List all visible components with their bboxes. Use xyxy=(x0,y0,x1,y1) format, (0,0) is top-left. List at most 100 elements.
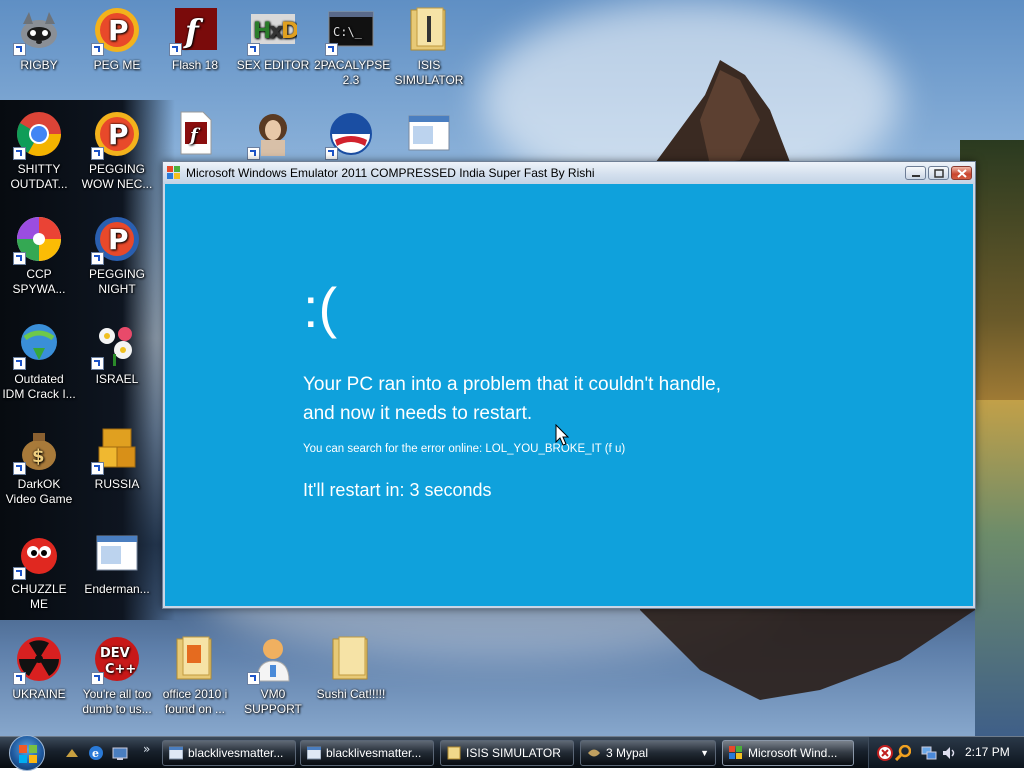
svg-text:DEV: DEV xyxy=(100,646,130,661)
peggle-night-icon: P xyxy=(91,215,141,265)
taskbar-item-mypal-group[interactable]: 3 Mypal ▼ xyxy=(580,740,716,766)
icon-label: CCP SPYWA... xyxy=(12,267,66,296)
desktop-icon-sushi-cat[interactable]: Sushi Cat!!!!! xyxy=(312,633,390,702)
shortcut-arrow-icon xyxy=(91,43,104,56)
shortcut-arrow-icon xyxy=(13,43,26,56)
shortcut-arrow-icon xyxy=(247,147,260,160)
desktop-icon-isis-simulator[interactable]: ISIS SIMULATOR xyxy=(390,4,468,88)
quicklaunch-app-icon[interactable] xyxy=(64,745,80,761)
folder-icon xyxy=(447,746,461,760)
desktop-icon-israel[interactable]: ISRAEL xyxy=(78,318,156,387)
icon-label: ISIS SIMULATOR xyxy=(394,58,464,87)
shortcut-arrow-icon xyxy=(13,672,26,685)
ie-icon[interactable]: e xyxy=(88,745,104,761)
desktop-icon-flash-18[interactable]: f Flash 18 xyxy=(156,4,234,73)
error-line-2: and now it needs to restart. xyxy=(303,403,533,424)
window-icon xyxy=(405,110,453,158)
icon-label: ISRAEL xyxy=(95,372,139,386)
error-line-1: Your PC ran into a problem that it could… xyxy=(303,374,722,395)
desktop-icon-peg-me[interactable]: P PEG ME xyxy=(78,4,156,73)
emulator-window[interactable]: Microsoft Windows Emulator 2011 COMPRESS… xyxy=(162,161,976,609)
radiation-icon xyxy=(13,635,63,685)
shortcut-arrow-icon xyxy=(91,672,104,685)
window-title: Microsoft Windows Emulator 2011 COMPRESS… xyxy=(186,166,595,180)
mouse-cursor-icon xyxy=(555,424,570,446)
shortcut-arrow-icon xyxy=(13,357,26,370)
network-icon[interactable] xyxy=(921,745,937,761)
taskbar-item-blacklivesmatter-1[interactable]: blacklivesmatter... xyxy=(162,740,296,766)
mypal-icon xyxy=(588,749,600,757)
shortcut-arrow-icon xyxy=(91,147,104,160)
show-desktop-icon[interactable] xyxy=(112,745,128,761)
icon-label: office 2010 i found on ... xyxy=(162,687,228,716)
close-button[interactable] xyxy=(951,166,972,180)
maximize-button[interactable] xyxy=(928,166,949,180)
flower-icon xyxy=(91,320,141,370)
window-titlebar[interactable]: Microsoft Windows Emulator 2011 COMPRESS… xyxy=(163,162,975,184)
idm-icon xyxy=(13,320,63,370)
shortcut-arrow-icon xyxy=(247,43,260,56)
desktop-icon-darkok[interactable]: $ DarkOK Video Game xyxy=(0,423,78,507)
clock[interactable]: 2:17 PM xyxy=(965,745,1010,759)
icon-label: 2PACALYPSE 2.3 xyxy=(314,58,391,87)
icon-label: DarkOK Video Game xyxy=(5,477,73,506)
desktop-icon-flash-file[interactable]: f xyxy=(156,108,234,162)
folder-icon xyxy=(327,635,375,683)
desktop-icon-rigby[interactable]: RIGBY xyxy=(0,4,78,73)
pinwheel-icon xyxy=(13,215,63,265)
icon-label: Enderman... xyxy=(84,582,150,596)
bsod-screen: :( Your PC ran into a problem that it co… xyxy=(165,184,973,606)
taskbar-item-isis-simulator[interactable]: ISIS SIMULATOR xyxy=(440,740,574,766)
shortcut-arrow-icon xyxy=(325,43,338,56)
error-message: Your PC ran into a problem that it could… xyxy=(303,370,863,428)
desktop-icon-portrait[interactable] xyxy=(234,108,312,162)
desktop-icon-ccp-spyware[interactable]: CCP SPYWA... xyxy=(0,213,78,297)
icon-label: PEGGING NIGHT xyxy=(88,267,145,296)
icon-label: UKRAINE xyxy=(12,687,66,701)
desktop-icon-2pacalypse[interactable]: C:\_ 2PACALYPSE 2.3 xyxy=(312,4,390,88)
taskbar-item-microsoft-windows-emulator[interactable]: Microsoft Wind... xyxy=(722,740,854,766)
start-button[interactable] xyxy=(9,735,45,771)
shortcut-arrow-icon xyxy=(13,462,26,475)
icon-label: You're all too dumb to us... xyxy=(82,687,152,716)
desktop-icon-devcpp[interactable]: DEV C++ You're all too dumb to us... xyxy=(78,633,156,717)
desktop-icon-obama[interactable] xyxy=(312,108,390,162)
icon-label: PEGGING WOW NEC... xyxy=(81,162,153,191)
desktop-icon-sex-editor[interactable]: HxD SEX EDITOR xyxy=(234,4,312,73)
taskbar-item-blacklivesmatter-2[interactable]: blacklivesmatter... xyxy=(300,740,434,766)
terminal-icon: C:\_ xyxy=(325,6,375,56)
flash-icon: f xyxy=(169,6,219,56)
taskbar-item-label: ISIS SIMULATOR xyxy=(466,746,561,760)
flash-file-icon: f xyxy=(171,110,219,158)
desktop-icon-russia[interactable]: RUSSIA xyxy=(78,423,156,492)
quicklaunch-overflow-icon[interactable]: » xyxy=(143,742,150,756)
desktop-icon-vm0-support[interactable]: VM0 SUPPORT xyxy=(234,633,312,717)
desktop-icon-window[interactable] xyxy=(390,108,468,162)
volume-icon[interactable] xyxy=(941,745,957,761)
sad-face: :( xyxy=(303,276,338,339)
desktop-icon-idm[interactable]: Outdated IDM Crack I... xyxy=(0,318,78,402)
icon-label: Sushi Cat!!!!! xyxy=(316,687,386,701)
desktop-icon-enderman[interactable]: Enderman... xyxy=(78,528,156,597)
icon-label: PEG ME xyxy=(93,58,141,72)
window-icon xyxy=(93,530,141,578)
svg-text:e: e xyxy=(92,747,99,760)
taskbar-item-label: Microsoft Wind... xyxy=(748,746,838,760)
desktop-icon-pegging-night[interactable]: P PEGGING NIGHT xyxy=(78,213,156,297)
minimize-button[interactable] xyxy=(905,166,926,180)
desktop-icon-ukraine[interactable]: UKRAINE xyxy=(0,633,78,702)
svg-text:D: D xyxy=(281,19,297,44)
svg-text:C:\_: C:\_ xyxy=(333,25,363,39)
peggle-icon: P xyxy=(91,6,141,56)
shortcut-arrow-icon xyxy=(13,147,26,160)
maximize-icon xyxy=(934,169,944,178)
portrait-icon xyxy=(247,110,297,160)
desktop-icon-chrome[interactable]: SHITTY OUTDAT... xyxy=(0,108,78,192)
chrome-icon xyxy=(13,110,63,160)
taskbar: e » blacklivesmatter... blacklivesmatter… xyxy=(0,735,1024,771)
desktop-icon-chuzzle[interactable]: CHUZZLE ME xyxy=(0,528,78,612)
search-icon[interactable] xyxy=(895,745,911,761)
desktop-icon-office-2010[interactable]: office 2010 i found on ... xyxy=(156,633,234,717)
desktop-icon-pegging-wow[interactable]: P PEGGING WOW NEC... xyxy=(78,108,156,192)
security-alert-icon[interactable] xyxy=(877,745,893,761)
